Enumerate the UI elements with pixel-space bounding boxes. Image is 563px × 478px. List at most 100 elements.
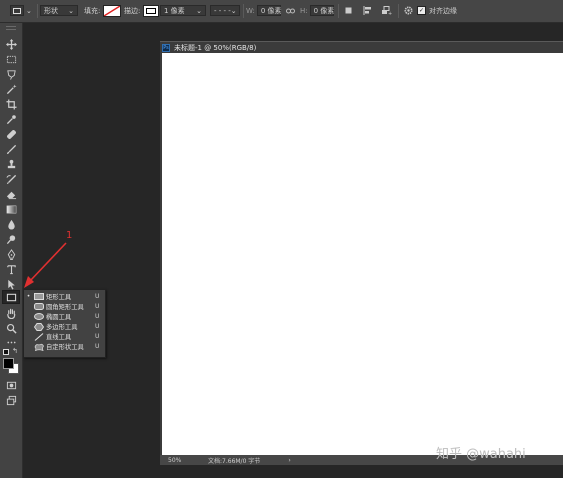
zoom-tool[interactable]: [2, 322, 20, 335]
magnifier-icon: [6, 323, 17, 334]
height-label: H:: [300, 6, 308, 15]
options-bar: ⌄ 形状 ⌄ 填充: 描边: 1 像素 ⌄ - - - - ⌄ W: 0 像素 …: [0, 0, 563, 23]
history-brush-tool[interactable]: [2, 173, 20, 186]
stroke-width-field[interactable]: 1 像素 ⌄: [160, 4, 206, 17]
canvas[interactable]: [162, 53, 563, 455]
status-menu-arrow-icon[interactable]: ›: [288, 457, 290, 464]
stroke-type-select[interactable]: - - - - ⌄: [210, 4, 240, 17]
width-value: 0 像素: [260, 6, 282, 15]
rectangle-icon: [33, 293, 44, 300]
flyout-item-label: 椭圆工具: [46, 314, 72, 321]
quick-mask-button[interactable]: [2, 379, 20, 392]
brush-tool[interactable]: [2, 143, 20, 156]
flyout-item-rounded-rectangle-tool[interactable]: 圆角矩形工具 U: [24, 302, 105, 311]
align-edges-checkbox[interactable]: ✓ 对齐边缘: [417, 4, 457, 17]
flyout-item-polygon-tool[interactable]: 多边形工具 U: [24, 322, 105, 331]
document-title: 未标题-1 @ 50%(RGB/8): [174, 44, 257, 52]
type-icon: [6, 265, 16, 275]
flyout-item-shortcut: U: [95, 293, 100, 300]
clone-stamp-tool[interactable]: [2, 158, 20, 171]
annotation-number: 1: [66, 230, 73, 241]
flyout-item-label: 自定形状工具: [46, 344, 84, 351]
height-input[interactable]: 0 像素: [309, 5, 335, 16]
width-input[interactable]: 0 像素: [256, 5, 282, 16]
width-label: W:: [246, 6, 255, 15]
flyout-item-label: 多边形工具: [46, 324, 78, 331]
brush-icon: [6, 144, 16, 155]
line-icon: [34, 332, 43, 341]
gradient-tool[interactable]: [2, 203, 20, 216]
blur-tool[interactable]: [2, 218, 20, 231]
screen-mode-button[interactable]: [2, 394, 20, 407]
chevron-down-icon: ⌄: [196, 6, 202, 15]
arrow-cursor-icon: [7, 279, 15, 290]
dodge-icon: [6, 235, 15, 245]
lasso-tool[interactable]: [2, 68, 20, 81]
eraser-tool[interactable]: [2, 188, 20, 201]
marquee-tool[interactable]: [2, 53, 20, 66]
path-arrangement-icon[interactable]: +: [381, 4, 392, 17]
flyout-item-line-tool[interactable]: 直线工具 U: [24, 332, 105, 341]
chevron-down-icon: ⌄: [26, 6, 32, 15]
panel-collapse-grip[interactable]: [6, 26, 16, 30]
healing-brush-tool[interactable]: [2, 128, 20, 141]
eyedropper-tool[interactable]: [2, 113, 20, 126]
fill-swatch[interactable]: [103, 4, 122, 17]
rectangle-icon: [13, 7, 21, 14]
chevron-down-icon: ⌄: [68, 6, 74, 15]
screen-mode-icon: [6, 395, 16, 406]
history-brush-icon: [5, 174, 16, 185]
eyedropper-icon: [6, 115, 16, 125]
tools-panel: ↰: [0, 23, 23, 478]
default-colors-icon[interactable]: [3, 349, 9, 355]
document-info: 文档:7.66M/0 字节: [208, 457, 261, 465]
link-icon[interactable]: [286, 4, 295, 17]
align-edges-label: 对齐边缘: [429, 6, 457, 15]
flyout-item-shortcut: U: [95, 333, 100, 340]
flyout-item-ellipse-tool[interactable]: 椭圆工具 U: [24, 312, 105, 321]
chevron-down-icon: ⌄: [230, 6, 237, 15]
flyout-item-shortcut: U: [95, 313, 100, 320]
custom-shape-icon: [34, 343, 44, 351]
marquee-icon: [6, 55, 16, 64]
move-tool[interactable]: [2, 38, 20, 51]
pen-tool[interactable]: [2, 248, 20, 261]
crop-icon: [5, 99, 17, 110]
tool-preset-picker[interactable]: ⌄: [10, 4, 32, 17]
stamp-icon: [7, 159, 15, 169]
flyout-item-custom-shape-tool[interactable]: 自定形状工具 U: [24, 342, 105, 351]
fill-label: 填充:: [84, 6, 101, 15]
hand-tool[interactable]: [2, 307, 20, 320]
ellipse-icon: [33, 313, 44, 320]
mode-select[interactable]: 形状 ⌄: [40, 4, 78, 17]
move-icon: [5, 39, 17, 50]
dash-line-icon: - - - -: [214, 6, 231, 15]
flyout-item-shortcut: U: [95, 343, 100, 350]
type-tool[interactable]: [2, 263, 20, 276]
crop-tool[interactable]: [2, 98, 20, 111]
gear-icon[interactable]: [404, 4, 413, 17]
magic-wand-tool[interactable]: [2, 83, 20, 96]
blur-drop-icon: [7, 219, 15, 230]
flyout-item-shortcut: U: [95, 303, 100, 310]
stroke-width-value: 1 像素: [164, 6, 185, 15]
bandage-icon: [6, 130, 16, 139]
magic-wand-icon: [6, 84, 17, 95]
zoom-level[interactable]: 50%: [168, 457, 198, 464]
hand-icon: [6, 308, 15, 319]
quick-mask-icon: [6, 381, 16, 390]
stroke-swatch[interactable]: [143, 4, 160, 17]
lasso-icon: [6, 70, 16, 80]
eraser-icon: [6, 191, 16, 200]
flyout-item-label: 圆角矩形工具: [46, 304, 84, 311]
swap-colors-icon[interactable]: ↰: [12, 348, 18, 355]
dodge-tool[interactable]: [2, 233, 20, 246]
foreground-color-swatch[interactable]: [3, 358, 14, 369]
rectangle-tool[interactable]: [2, 290, 20, 304]
height-value: 0 像素: [313, 6, 335, 15]
path-alignment-icon[interactable]: [363, 4, 373, 17]
watermark: 知乎 @wahahi: [436, 447, 526, 462]
selected-bullet-icon: •: [26, 293, 31, 300]
flyout-item-rectangle-tool[interactable]: • 矩形工具 U: [24, 292, 105, 301]
path-operations-icon[interactable]: [345, 4, 353, 17]
